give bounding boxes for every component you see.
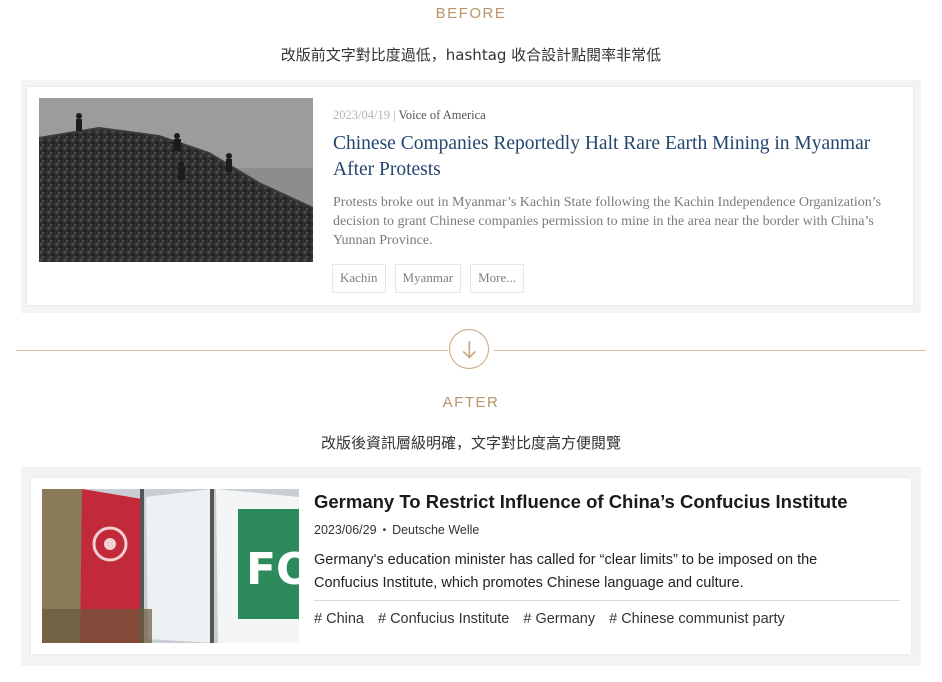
before-panel: 2023/04/19 | Voice of America Chinese Co… xyxy=(21,80,921,313)
after-article-description: Germany's education minister has called … xyxy=(314,552,818,591)
svg-text:FO: FO xyxy=(246,544,299,595)
after-article-image[interactable]: FO xyxy=(42,489,299,643)
before-article-date: 2023/04/19 xyxy=(333,108,390,122)
divider-line-right xyxy=(494,350,926,351)
before-article-description: Protests broke out in Myanmar’s Kachin S… xyxy=(333,195,882,248)
before-article-source: Voice of America xyxy=(398,108,486,122)
before-label: BEFORE xyxy=(435,5,507,22)
after-divider xyxy=(314,600,900,601)
tag-germany[interactable]: # Germany xyxy=(523,611,595,627)
before-tag-list: Kachin Myanmar More... xyxy=(332,264,525,293)
arrow-down-circle-icon xyxy=(449,329,489,369)
after-tag-list: # China # Confucius Institute # Germany … xyxy=(314,611,785,627)
mining-photo xyxy=(39,98,313,262)
before-article-image[interactable] xyxy=(39,98,313,262)
before-caption: 改版前文字對比度過低，hashtag 收合設計點閱率非常低 xyxy=(280,46,662,64)
after-article-meta: 2023/06/29 • Deutsche Welle xyxy=(314,523,479,537)
meta-dot: • xyxy=(382,525,387,536)
tag-myanmar[interactable]: Myanmar xyxy=(394,264,462,293)
after-label: AFTER xyxy=(442,394,500,411)
divider-line-left xyxy=(16,350,448,351)
after-article-source: Deutsche Welle xyxy=(392,523,480,537)
tag-kachin[interactable]: Kachin xyxy=(332,264,386,293)
before-article-card[interactable]: 2023/04/19 | Voice of America Chinese Co… xyxy=(27,87,913,305)
tag-confucius-institute[interactable]: # Confucius Institute xyxy=(378,611,509,627)
tag-china[interactable]: # China xyxy=(314,611,364,627)
before-article-meta: 2023/04/19 | Voice of America xyxy=(333,108,486,123)
arrow-down-icon xyxy=(462,341,476,359)
after-caption: 改版後資訊層級明確，文字對比度高方便閱覽 xyxy=(320,434,621,452)
tag-chinese-communist-party[interactable]: # Chinese communist party xyxy=(609,611,785,627)
after-panel: FO Germany To Restrict Influence of Chin… xyxy=(21,467,921,666)
flags-photo: FO xyxy=(42,489,299,643)
tag-more-button[interactable]: More... xyxy=(470,264,525,293)
after-article-card[interactable]: FO Germany To Restrict Influence of Chin… xyxy=(31,478,911,654)
before-article-title[interactable]: Chinese Companies Reportedly Halt Rare E… xyxy=(333,131,873,183)
after-article-title[interactable]: Germany To Restrict Influence of China’s… xyxy=(314,491,894,513)
after-article-date: 2023/06/29 xyxy=(314,523,377,537)
page: BEFORE 改版前文字對比度過低，hashtag 收合設計點閱率非常低 202… xyxy=(0,0,942,682)
